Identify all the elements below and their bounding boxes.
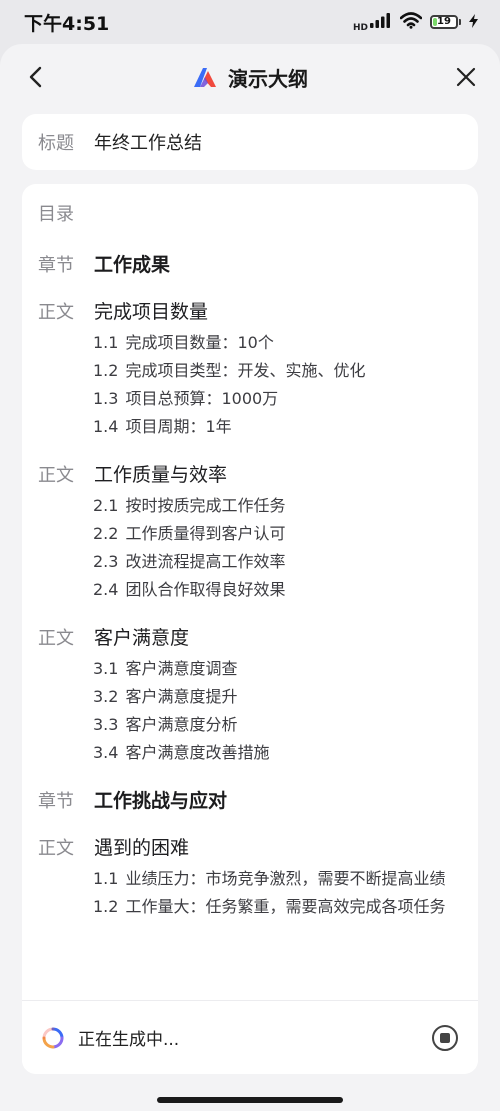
item-text: 改进流程提高工作效率 — [125, 552, 286, 571]
chapter-title[interactable]: 工作挑战与应对 — [94, 786, 227, 813]
section-block: 正文 遇到的困难 1.1 业绩压力：市场竞争激烈，需要不断提高业绩 1.2 工作量大… — [38, 833, 462, 918]
list-item[interactable]: 3.2 客户满意度提升 — [93, 686, 462, 708]
chapter-row[interactable]: 章节 工作挑战与应对 — [38, 786, 462, 813]
chevron-left-icon — [29, 66, 42, 88]
title-label: 标题 — [38, 133, 74, 154]
item-number: 3.3 — [93, 715, 119, 734]
page-title: 演示大纲 — [228, 66, 308, 91]
section-title[interactable]: 完成项目数量 — [94, 297, 208, 324]
item-text: 项目周期：1年 — [125, 417, 232, 436]
status-bar: 下午4:51 HD 19 — [0, 0, 500, 44]
item-number: 1.2 — [93, 897, 119, 916]
outline-heading: 目录 — [38, 204, 74, 225]
app-logo-icon — [194, 68, 216, 87]
cellular-signal-icon — [370, 12, 392, 32]
item-number: 3.1 — [93, 659, 119, 678]
battery-tip — [459, 19, 461, 25]
section-block: 正文 客户满意度 3.1 客户满意度调查 3.2 客户满意度提升 3.3 客户满意度分… — [38, 623, 462, 764]
list-item[interactable]: 3.4 客户满意度改善措施 — [93, 742, 462, 764]
list-item[interactable]: 1.3 项目总预算：1000万 — [93, 388, 462, 410]
section-row[interactable]: 正文 工作质量与效率 — [38, 460, 462, 487]
section-block: 正文 工作质量与效率 2.1 按时按质完成工作任务 2.2 工作质量得到客户认可 2… — [38, 460, 462, 601]
item-text: 按时按质完成工作任务 — [125, 496, 286, 515]
title-value[interactable]: 年终工作总结 — [94, 129, 202, 155]
item-number: 2.2 — [93, 524, 119, 543]
list-item[interactable]: 2.3 改进流程提高工作效率 — [93, 551, 462, 573]
item-text: 工作量大：任务繁重，需要高效完成各项任务 — [125, 897, 446, 916]
item-text: 完成项目类型：开发、实施、优化 — [125, 361, 366, 380]
generation-footer: 正在生成中... — [22, 1000, 478, 1074]
section-block: 正文 完成项目数量 1.1 完成项目数量：10个 1.2 完成项目类型：开发、实施、… — [38, 297, 462, 438]
status-icons: HD 19 — [352, 11, 478, 33]
section-title[interactable]: 客户满意度 — [94, 623, 189, 650]
item-number: 1.1 — [93, 869, 119, 888]
item-number: 2.3 — [93, 552, 119, 571]
title-field[interactable]: 标题 年终工作总结 — [22, 114, 478, 170]
body-tag: 正文 — [38, 628, 74, 649]
item-text: 完成项目数量：10个 — [125, 333, 274, 352]
chapter-tag: 章节 — [38, 255, 74, 276]
item-text: 客户满意度分析 — [125, 715, 238, 734]
item-text: 团队合作取得良好效果 — [125, 580, 286, 599]
network-type-label: HD — [352, 22, 368, 33]
list-item[interactable]: 1.1 完成项目数量：10个 — [93, 332, 462, 354]
body-tag: 正文 — [38, 838, 74, 859]
section-title[interactable]: 工作质量与效率 — [94, 460, 227, 487]
item-list: 1.1 完成项目数量：10个 1.2 完成项目类型：开发、实施、优化 1.3 项目总预… — [38, 332, 462, 438]
item-number: 2.1 — [93, 496, 119, 515]
loading-spinner-icon — [42, 1027, 64, 1048]
item-text: 客户满意度改善措施 — [125, 743, 270, 762]
outline-sheet: 演示大纲 标题 年终工作总结 目录 章节 工作成果 正文 完成项目数量 1.1 … — [0, 44, 500, 1111]
item-text: 项目总预算：1000万 — [125, 389, 279, 408]
stop-icon — [440, 1032, 450, 1043]
item-number: 3.2 — [93, 687, 119, 706]
section-row[interactable]: 正文 遇到的困难 — [38, 833, 462, 860]
item-number: 1.2 — [93, 361, 119, 380]
body-tag: 正文 — [38, 465, 74, 486]
wifi-icon — [399, 11, 423, 33]
chapter-row[interactable]: 章节 工作成果 — [38, 250, 462, 277]
charging-bolt-icon — [469, 13, 478, 32]
back-button[interactable] — [20, 61, 52, 93]
close-button[interactable] — [450, 61, 482, 93]
list-item[interactable]: 1.2 工作量大：任务繁重，需要高效完成各项任务 — [93, 896, 462, 918]
item-list: 1.1 业绩压力：市场竞争激烈，需要不断提高业绩 1.2 工作量大：任务繁重，需要高… — [38, 868, 462, 918]
battery-icon: 19 — [430, 15, 458, 29]
section-row[interactable]: 正文 完成项目数量 — [38, 297, 462, 324]
item-text: 客户满意度提升 — [125, 687, 238, 706]
body-tag: 正文 — [38, 302, 74, 323]
close-icon — [456, 67, 476, 87]
section-title[interactable]: 遇到的困难 — [94, 833, 189, 860]
item-number: 2.4 — [93, 580, 119, 599]
list-item[interactable]: 2.1 按时按质完成工作任务 — [93, 495, 462, 517]
item-number: 1.3 — [93, 389, 119, 408]
outline-card: 目录 章节 工作成果 正文 完成项目数量 1.1 完成项目数量：10个 1.2 完成… — [22, 184, 478, 1074]
list-item[interactable]: 3.3 客户满意度分析 — [93, 714, 462, 736]
chapter-tag: 章节 — [38, 791, 74, 812]
item-list: 2.1 按时按质完成工作任务 2.2 工作质量得到客户认可 2.3 改进流程提高工作效… — [38, 495, 462, 601]
section-row[interactable]: 正文 客户满意度 — [38, 623, 462, 650]
list-item[interactable]: 1.2 完成项目类型：开发、实施、优化 — [93, 360, 462, 382]
battery-level: 19 — [437, 16, 451, 27]
list-item[interactable]: 3.1 客户满意度调查 — [93, 658, 462, 680]
list-item[interactable]: 1.4 项目周期：1年 — [93, 416, 462, 438]
list-item[interactable]: 1.1 业绩压力：市场竞争激烈，需要不断提高业绩 — [93, 868, 462, 890]
item-list: 3.1 客户满意度调查 3.2 客户满意度提升 3.3 客户满意度分析 3.4 客户满意… — [38, 658, 462, 764]
stop-generation-button[interactable] — [432, 1024, 458, 1051]
item-text: 客户满意度调查 — [125, 659, 238, 678]
home-indicator[interactable] — [157, 1097, 343, 1103]
nav-title-group: 演示大纲 — [192, 63, 308, 92]
outline-scroll-area[interactable]: 目录 章节 工作成果 正文 完成项目数量 1.1 完成项目数量：10个 1.2 完成… — [22, 184, 478, 1000]
status-time: 下午4:51 — [24, 12, 110, 35]
list-item[interactable]: 2.4 团队合作取得良好效果 — [93, 579, 462, 601]
generation-status: 正在生成中... — [78, 1030, 180, 1050]
item-text: 工作质量得到客户认可 — [125, 524, 286, 543]
chapter-title[interactable]: 工作成果 — [94, 250, 170, 277]
list-item[interactable]: 2.2 工作质量得到客户认可 — [93, 523, 462, 545]
item-number: 1.4 — [93, 417, 119, 436]
item-number: 1.1 — [93, 333, 119, 352]
item-text: 业绩压力：市场竞争激烈，需要不断提高业绩 — [125, 869, 446, 888]
nav-bar: 演示大纲 — [0, 44, 500, 110]
item-number: 3.4 — [93, 743, 119, 762]
